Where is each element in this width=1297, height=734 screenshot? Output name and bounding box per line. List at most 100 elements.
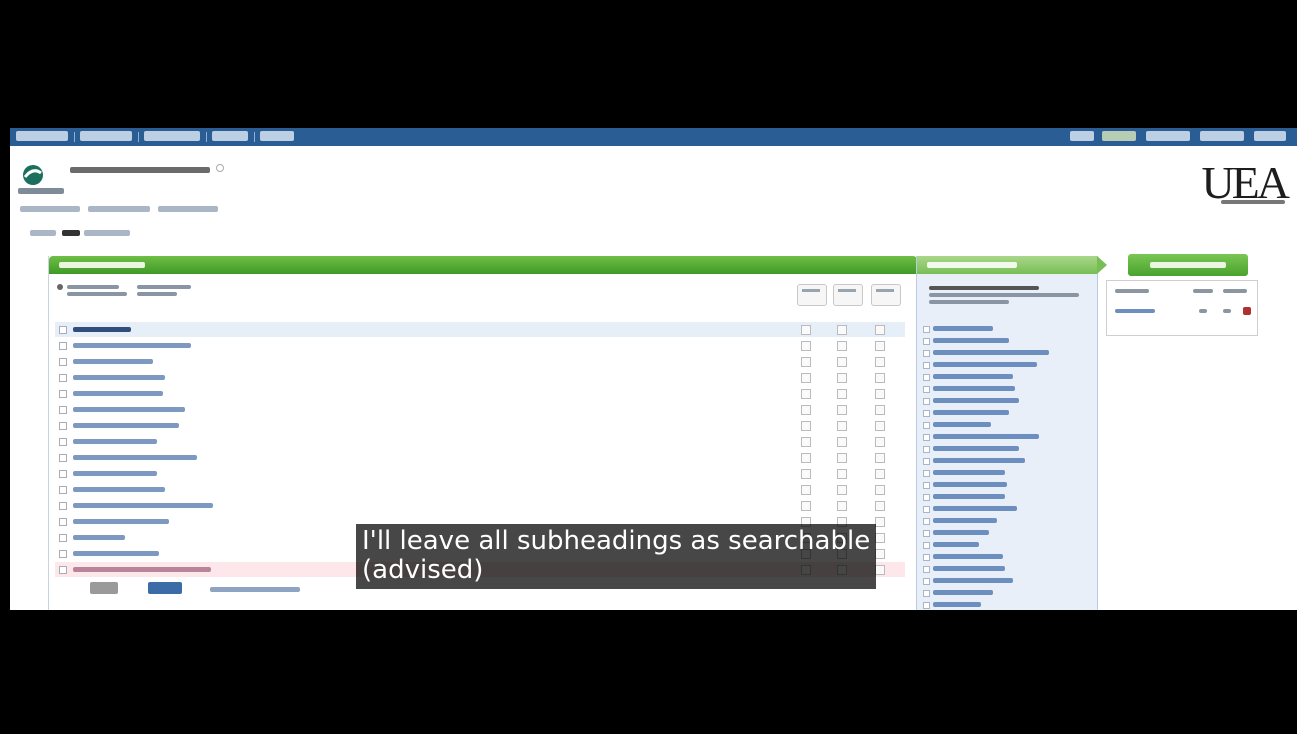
checkbox-icon[interactable] — [923, 482, 930, 489]
checkbox-icon[interactable] — [59, 470, 67, 478]
clear-button[interactable] — [90, 582, 118, 594]
checkbox-icon[interactable] — [59, 438, 67, 446]
checkbox-icon[interactable] — [59, 358, 67, 366]
checkbox-icon[interactable] — [59, 454, 67, 462]
search-database-button[interactable] — [1128, 254, 1248, 276]
checkbox-icon[interactable] — [923, 494, 930, 501]
list-item — [933, 434, 1039, 439]
subheadings-header — [917, 256, 1107, 274]
nav-item-publications[interactable] — [144, 131, 200, 141]
list-item — [933, 494, 1005, 499]
subnav-basic-search[interactable] — [20, 206, 80, 212]
checkbox-icon[interactable] — [59, 534, 67, 542]
table-row[interactable] — [55, 354, 905, 369]
checkbox-icon[interactable] — [923, 350, 930, 357]
ovid-logo-wordmark — [18, 188, 64, 194]
subnav-search-tools[interactable] — [158, 206, 218, 212]
checkbox-icon[interactable] — [59, 518, 67, 526]
checkbox-icon[interactable] — [923, 518, 930, 525]
nav-item-feedback[interactable] — [1102, 131, 1136, 141]
checkbox-icon[interactable] — [59, 326, 67, 334]
subheading-limit-box — [1106, 280, 1258, 336]
list-item — [933, 386, 1015, 391]
column-focus[interactable] — [833, 284, 863, 306]
checkbox-icon[interactable] — [923, 326, 930, 333]
checkbox-icon[interactable] — [923, 362, 930, 369]
checkbox-icon[interactable] — [59, 502, 67, 510]
nav-item-signin[interactable] — [1070, 131, 1094, 141]
table-row[interactable] — [55, 450, 905, 465]
table-row[interactable] — [55, 466, 905, 481]
checkbox-icon[interactable] — [923, 554, 930, 561]
checkbox-icon[interactable] — [59, 550, 67, 558]
include-all-link[interactable] — [210, 587, 300, 592]
table-row[interactable] — [55, 370, 905, 385]
list-item — [933, 422, 991, 427]
checkbox-icon[interactable] — [923, 374, 930, 381]
list-item — [933, 554, 1003, 559]
column-scope[interactable] — [871, 284, 901, 306]
search-button[interactable] — [148, 582, 182, 594]
nav-item-images[interactable] — [212, 131, 248, 141]
subtitle-line-2: (advised) — [362, 555, 484, 585]
checkbox-icon[interactable] — [923, 410, 930, 417]
checkbox-icon[interactable] — [59, 342, 67, 350]
nav-item-more[interactable] — [260, 131, 294, 141]
column-explode[interactable] — [797, 284, 827, 306]
checkbox-icon[interactable] — [923, 338, 930, 345]
checkbox-icon[interactable] — [923, 446, 930, 453]
uea-logo-subtext — [1221, 200, 1285, 204]
table-row[interactable] — [55, 434, 905, 449]
list-item — [933, 518, 997, 523]
checkbox-icon[interactable] — [923, 566, 930, 573]
nav-item-myovid[interactable] — [80, 131, 132, 141]
table-row[interactable] — [55, 402, 905, 417]
checkbox-icon[interactable] — [923, 386, 930, 393]
list-item — [933, 374, 1013, 379]
table-row[interactable] — [55, 418, 905, 433]
checkbox-icon[interactable] — [59, 390, 67, 398]
help-icon[interactable] — [216, 164, 224, 172]
checkbox-icon[interactable] — [923, 506, 930, 513]
subheadings-instruction-2 — [929, 293, 1079, 297]
breadcrumb-term — [84, 230, 130, 236]
table-row[interactable] — [55, 498, 905, 513]
checkbox-icon[interactable] — [923, 422, 930, 429]
table-row[interactable] — [55, 482, 905, 497]
subtitle-line-1: I'll leave all subheadings as searchable — [362, 526, 871, 556]
checkbox-icon[interactable] — [59, 406, 67, 414]
radio-icon[interactable] — [57, 284, 63, 290]
table-row[interactable] — [55, 338, 905, 353]
list-item — [933, 458, 1025, 463]
subheadings-instruction — [929, 286, 1039, 290]
checkbox-icon[interactable] — [59, 566, 67, 574]
nav-item-language[interactable] — [1200, 131, 1244, 141]
checkbox-icon[interactable] — [923, 590, 930, 597]
checkbox-icon[interactable] — [923, 578, 930, 585]
checkbox-icon[interactable] — [59, 486, 67, 494]
checkbox-icon[interactable] — [923, 434, 930, 441]
list-item — [933, 578, 1013, 583]
checkbox-icon[interactable] — [923, 458, 930, 465]
checkbox-icon[interactable] — [923, 470, 930, 477]
nav-item-preferences[interactable] — [1146, 131, 1190, 141]
nav-item-search[interactable] — [16, 131, 68, 141]
checkbox-icon[interactable] — [59, 374, 67, 382]
list-item — [933, 590, 993, 595]
breadcrumb-back[interactable] — [30, 230, 56, 236]
list-item — [933, 602, 981, 607]
checkbox-icon[interactable] — [923, 542, 930, 549]
checkbox-icon[interactable] — [923, 602, 930, 609]
list-item — [933, 362, 1037, 367]
checkbox-icon[interactable] — [923, 398, 930, 405]
checkbox-icon[interactable] — [923, 530, 930, 537]
subnav-advanced-search[interactable] — [88, 206, 150, 212]
top-navigation-bar — [10, 128, 1297, 146]
checkbox-icon[interactable] — [59, 422, 67, 430]
table-row[interactable] — [55, 386, 905, 401]
subheadings-panel — [916, 256, 1107, 610]
table-row[interactable] — [55, 322, 905, 337]
list-item — [933, 566, 1005, 571]
video-subtitle: I'll leave all subheadings as searchable… — [356, 524, 877, 589]
nav-item-help[interactable] — [1254, 131, 1286, 141]
